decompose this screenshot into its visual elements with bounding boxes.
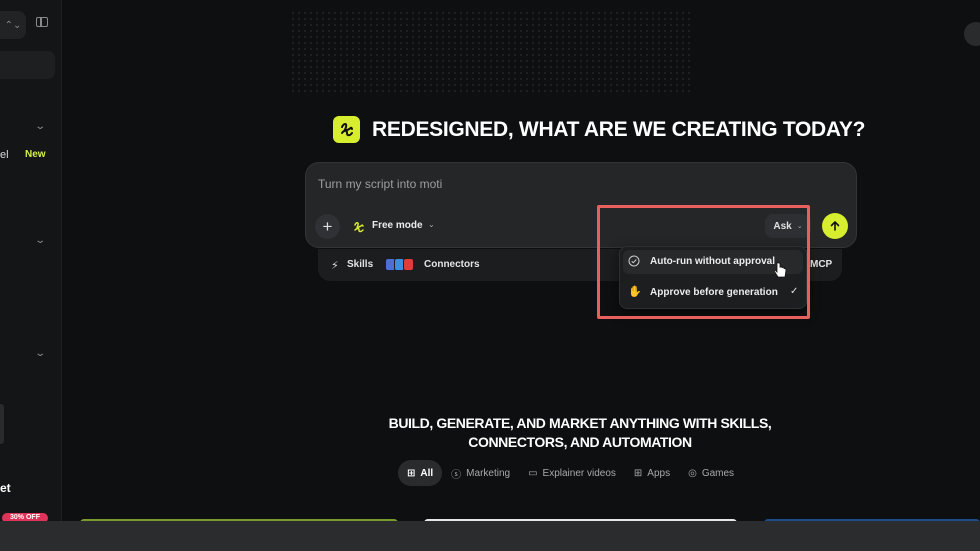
- section-title-line: BUILD, GENERATE, AND MARKET ANYTHING WIT…: [388, 415, 772, 431]
- chevron-down-icon[interactable]: ⌄: [34, 235, 46, 246]
- tab-label: Explainer videos: [542, 467, 616, 479]
- sidebar-search[interactable]: [0, 51, 55, 79]
- tab-label: Marketing: [466, 467, 511, 479]
- lightning-icon: ⚡: [331, 260, 339, 272]
- new-badge: New: [25, 149, 46, 160]
- sidebar: ⌃⌄ ⌄ el New ⌄ ⌄ et 30% OFF: [0, 0, 62, 523]
- chevron-down-icon[interactable]: ⌄: [34, 348, 46, 359]
- sidebar-bottom-label[interactable]: et: [0, 481, 11, 495]
- chevron-down-icon[interactable]: ⌄: [428, 220, 435, 229]
- arrow-up-icon: [830, 221, 840, 231]
- mode-icon: [353, 220, 365, 238]
- tab-apps[interactable]: ⊞ Apps: [625, 460, 679, 486]
- section-title-line: CONNECTORS, AND AUTOMATION: [468, 434, 692, 450]
- add-button[interactable]: +: [315, 214, 340, 239]
- video-icon: ▭: [528, 467, 538, 479]
- prompt-input[interactable]: Turn my script into moti: [318, 177, 442, 191]
- sidebar-item-label[interactable]: el: [0, 149, 9, 161]
- youtube-icon: [403, 258, 414, 271]
- chevron-down-icon[interactable]: ⌄: [34, 121, 46, 132]
- tab-label: All: [420, 467, 434, 479]
- tab-explainer-videos[interactable]: ▭ Explainer videos: [519, 460, 625, 486]
- workspace-switcher[interactable]: ⌃⌄: [0, 11, 26, 39]
- connectors-button[interactable]: Connectors: [424, 259, 480, 270]
- send-button[interactable]: [822, 213, 848, 239]
- tab-games[interactable]: ◎ Games: [679, 460, 743, 486]
- category-tabs: ⊞ All ⓢ Marketing ▭ Explainer videos ⊞ A…: [398, 460, 743, 486]
- section-title: BUILD, GENERATE, AND MARKET ANYTHING WIT…: [380, 414, 780, 452]
- corner-button[interactable]: [964, 22, 980, 46]
- skills-button[interactable]: Skills: [347, 259, 373, 270]
- tab-marketing[interactable]: ⓢ Marketing: [442, 460, 519, 486]
- page-title: REDESIGNED, WHAT ARE WE CREATING TODAY?: [372, 118, 866, 141]
- sidebar-toggle-icon[interactable]: [36, 17, 48, 27]
- brand-logo-icon: [333, 116, 360, 143]
- apps-icon: ⊞: [633, 467, 643, 479]
- dollar-icon: ⓢ: [451, 469, 462, 481]
- chevron-updown-icon: ⌃⌄: [4, 19, 22, 31]
- bottom-bar: [0, 521, 980, 551]
- dotted-background: [290, 10, 690, 95]
- gamepad-icon: ◎: [688, 467, 697, 479]
- plus-icon: +: [322, 217, 333, 236]
- tab-label: Games: [701, 467, 735, 479]
- highlight-annotation: [597, 205, 810, 319]
- grid-icon: ⊞: [407, 467, 416, 479]
- connector-icons: [385, 258, 414, 271]
- mode-selector[interactable]: Free mode: [372, 220, 423, 231]
- sidebar-scrollbar[interactable]: [0, 404, 4, 444]
- tab-all[interactable]: ⊞ All: [398, 460, 443, 486]
- tab-label: Apps: [647, 467, 671, 479]
- mcp-button[interactable]: MCP: [810, 259, 832, 270]
